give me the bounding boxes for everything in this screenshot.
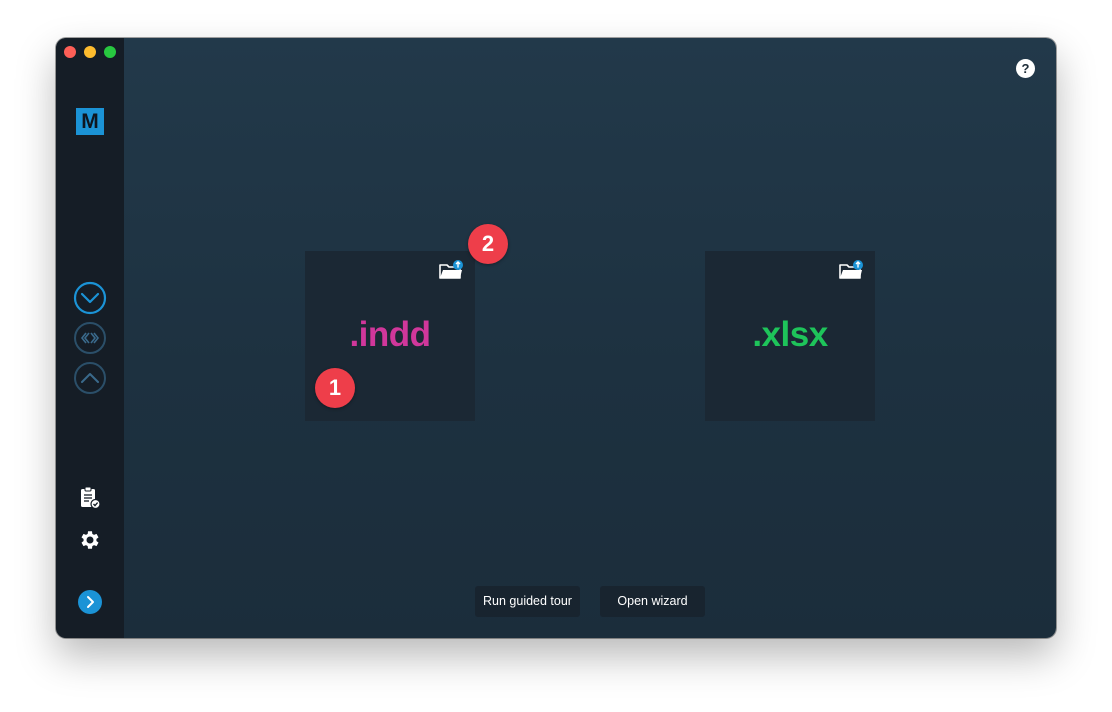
folder-upload-icon[interactable] xyxy=(438,259,464,281)
folder-upload-icon[interactable] xyxy=(838,259,864,281)
xlsx-drop-zone[interactable]: .xlsx xyxy=(705,251,875,421)
app-logo: M xyxy=(76,108,104,135)
xlsx-extension-label: .xlsx xyxy=(752,315,828,354)
help-button[interactable]: ? xyxy=(1016,59,1035,78)
checklist-icon[interactable] xyxy=(78,486,102,510)
minimize-window-button[interactable] xyxy=(84,46,96,58)
run-guided-tour-button[interactable]: Run guided tour xyxy=(475,586,580,617)
swap-arrows-circle-icon[interactable] xyxy=(73,321,107,355)
chevron-down-circle-icon[interactable] xyxy=(73,281,107,315)
close-window-button[interactable] xyxy=(64,46,76,58)
chevron-up-circle-icon[interactable] xyxy=(73,361,107,395)
open-wizard-button[interactable]: Open wizard xyxy=(600,586,705,617)
zoom-window-button[interactable] xyxy=(104,46,116,58)
step-badge-1: 1 xyxy=(315,368,355,408)
indd-extension-label: .indd xyxy=(349,315,431,354)
gear-icon[interactable] xyxy=(78,528,102,552)
app-window: M ? .indd .xlsx 1 2 Run guided tour Open… xyxy=(56,38,1056,638)
step-badge-2: 2 xyxy=(468,224,508,264)
sidebar: M xyxy=(56,38,124,638)
next-step-button[interactable] xyxy=(78,590,102,614)
